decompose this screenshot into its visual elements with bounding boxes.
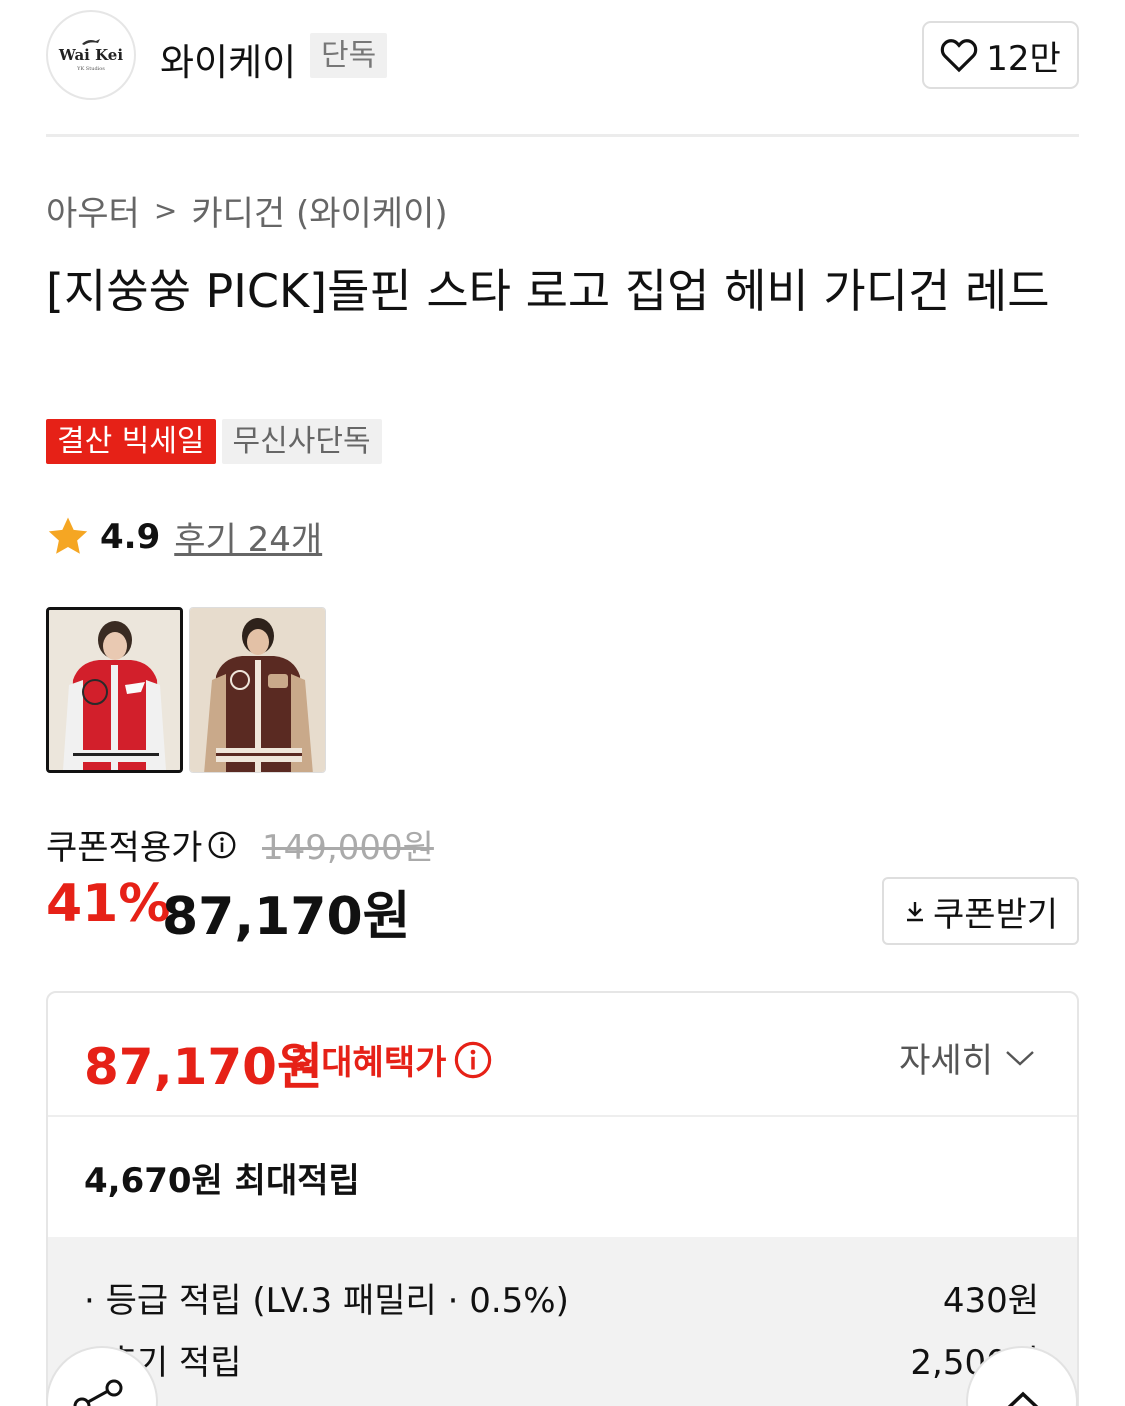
thumbnail-brown-cardigan[interactable]: [189, 607, 326, 773]
breadcrumb-separator: >: [153, 194, 178, 227]
get-coupon-button[interactable]: 쿠폰받기: [882, 877, 1079, 945]
discount-rate: 41%: [46, 874, 171, 934]
brand-exclusive-badge: 단독: [310, 33, 388, 78]
download-icon: [906, 902, 923, 922]
details-label: 자세히: [899, 1041, 993, 1081]
share-icon: [73, 1379, 123, 1406]
details-toggle-button[interactable]: 자세히: [899, 1033, 1035, 1082]
coupon-price-label: 쿠폰적용가: [46, 820, 236, 869]
info-icon[interactable]: [454, 1041, 492, 1079]
star-icon: [48, 516, 88, 554]
points-detail-row: · 후기 적립 2,500원: [84, 1335, 1039, 1384]
final-price: 87,170원: [162, 887, 411, 947]
heart-outline-icon: [940, 39, 978, 73]
brand-logo-text: Wai Kei: [58, 46, 124, 64]
max-benefit-label: 최대혜택가: [290, 1035, 492, 1084]
brand-name[interactable]: 와이케이: [160, 32, 296, 86]
price-block: 쿠폰적용가 149,000원 41% 87,170원 쿠폰받기: [46, 820, 1079, 950]
sale-tag: 결산 빅세일: [46, 419, 216, 464]
breadcrumb: 아우터 > 카디건 (와이케이): [46, 186, 448, 235]
brown-cardigan-image: [190, 608, 325, 772]
max-points-summary: 4,670원 최대적립: [84, 1161, 360, 1201]
thumbnail-list: [46, 607, 326, 773]
points-detail-label: · 등급 적립 (LV.3 패밀리 · 0.5%): [84, 1281, 569, 1321]
product-tags: 결산 빅세일 무신사단독: [46, 419, 382, 464]
brand-logo[interactable]: Wai Kei YK Studios: [46, 10, 136, 100]
rating-score: 4.9: [100, 516, 161, 557]
points-detail-row: · 등급 적립 (LV.3 패밀리 · 0.5%) 430원: [84, 1273, 1039, 1322]
points-detail-list: · 등급 적립 (LV.3 패밀리 · 0.5%) 430원 · 후기 적립 2…: [48, 1237, 1077, 1406]
coupon-price-label-text: 쿠폰적용가: [46, 828, 203, 868]
header-divider: [46, 134, 1079, 137]
dolphin-icon: [82, 39, 100, 45]
product-title: [지쑹쑹 PICK]돌핀 스타 로고 집업 헤비 가디건 레드: [46, 264, 1050, 318]
rating: 4.9 후기 24개: [46, 512, 322, 561]
chevron-up-icon: [1007, 1391, 1039, 1406]
brand-header: Wai Kei YK Studios 와이케이 단독 12만: [46, 10, 1079, 102]
like-button[interactable]: 12만: [922, 21, 1079, 89]
get-coupon-label: 쿠폰받기: [932, 894, 1059, 935]
max-benefit-card: 87,170원 최대혜택가 자세히 4,670원 최대적립 · 등급 적립 (L…: [46, 991, 1079, 1406]
max-benefit-header: 87,170원 최대혜택가 자세히: [48, 993, 1077, 1117]
like-count: 12만: [986, 38, 1061, 79]
review-link[interactable]: 후기 24개: [174, 512, 322, 561]
original-price: 149,000원: [262, 828, 434, 868]
info-icon[interactable]: [208, 831, 236, 859]
thumbnail-red-cardigan[interactable]: [46, 607, 183, 773]
brand-logo-subtext: YK Studios: [77, 66, 105, 72]
chevron-down-icon: [1006, 1050, 1034, 1066]
points-detail-value: 430원: [942, 1281, 1039, 1321]
breadcrumb-subcategory[interactable]: 카디건 (와이케이): [191, 186, 447, 235]
exclusive-tag: 무신사단독: [221, 419, 382, 464]
max-benefit-price: 87,170원: [84, 1038, 323, 1096]
red-cardigan-image: [49, 610, 180, 770]
max-benefit-label-text: 최대혜택가: [290, 1043, 447, 1083]
breadcrumb-category[interactable]: 아우터: [46, 186, 140, 235]
